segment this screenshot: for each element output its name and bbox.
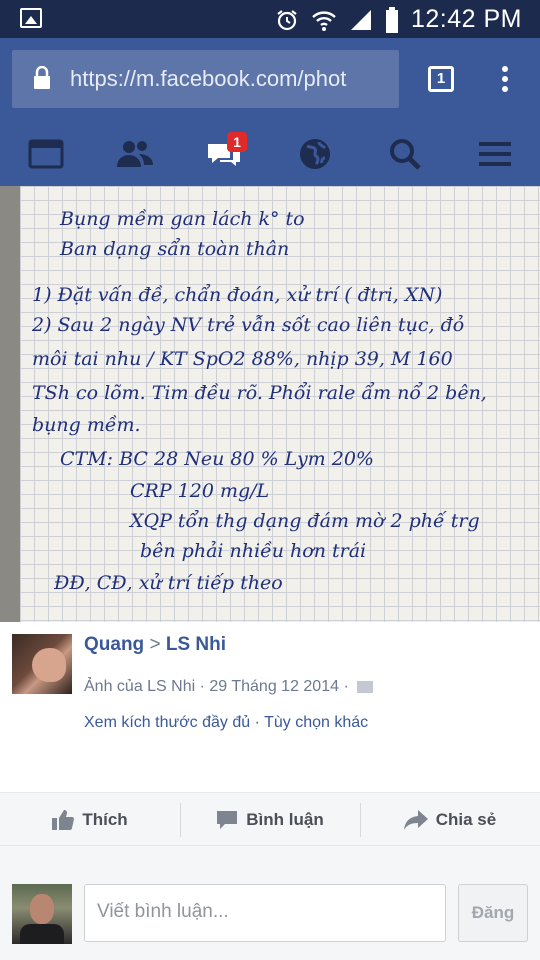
comment-icon xyxy=(217,811,238,829)
like-label: Thích xyxy=(82,810,128,829)
share-label: Chia sẻ xyxy=(435,810,497,829)
audience-icon xyxy=(357,680,374,693)
note-line: 1) Đặt vấn đề, chẩn đoán, xử trí ( đtri,… xyxy=(32,284,443,306)
viewer-avatar xyxy=(12,884,72,944)
note-line: bụng mềm. xyxy=(32,414,141,436)
notifications-globe-icon[interactable] xyxy=(295,136,335,172)
note-line: Ban dạng sẩn toàn thân xyxy=(60,238,290,260)
author-avatar[interactable] xyxy=(12,634,72,694)
post-info: Quang > LS Nhi Ảnh của LS Nhi · 29 Tháng… xyxy=(0,622,540,792)
overflow-menu-icon[interactable] xyxy=(500,66,510,96)
friend-requests-icon[interactable] xyxy=(115,136,155,172)
author-separator: > xyxy=(149,634,161,655)
messages-badge: 1 xyxy=(227,132,247,152)
url-text: https://m.facebook.com/phot xyxy=(70,66,347,91)
handwritten-note: Bụng mềm gan lách k° to Ban dạng sẩn toà… xyxy=(20,186,540,622)
battery-icon xyxy=(385,6,398,33)
group-name-link[interactable]: LS Nhi xyxy=(166,634,226,655)
like-button[interactable]: Thích xyxy=(0,793,180,847)
note-line: bên phải nhiều hơn trái xyxy=(140,540,367,562)
photo-options-links[interactable]: Xem kích thước đầy đủ · Tùy chọn khác xyxy=(84,714,368,732)
news-feed-icon[interactable] xyxy=(26,136,66,172)
facebook-nav-bar: 1 xyxy=(0,122,540,186)
alarm-icon xyxy=(277,9,297,30)
gallery-icon xyxy=(20,8,42,28)
post-meta-text: Ảnh của LS Nhi · 29 Tháng 12 2014 · xyxy=(84,678,349,695)
post-actions-bar: Thích Bình luận Chia sẻ xyxy=(0,792,540,846)
signal-icon xyxy=(350,9,371,30)
note-line: Bụng mềm gan lách k° to xyxy=(60,208,305,230)
post-meta: Ảnh của LS Nhi · 29 Tháng 12 2014 · xyxy=(84,678,374,696)
note-line: XQP tổn thg dạng đám mờ 2 phế trg xyxy=(130,510,480,532)
main-menu-icon[interactable] xyxy=(475,136,515,172)
wifi-icon xyxy=(312,10,336,31)
browser-toolbar: https://m.facebook.com/phot 1 xyxy=(0,38,540,122)
comment-label: Bình luận xyxy=(246,810,324,829)
note-line: môi tai nhu / KT SpO2 88%, nhịp 39, M 16… xyxy=(32,348,453,370)
comment-composer: Viết bình luận... Đăng xyxy=(0,846,540,960)
comment-button[interactable]: Bình luận xyxy=(180,793,360,847)
thumbs-up-icon xyxy=(52,810,75,830)
note-line: CRP 120 mg/L xyxy=(130,480,270,502)
post-photo[interactable]: Bụng mềm gan lách k° to Ban dạng sẩn toà… xyxy=(0,186,540,622)
author-name-link[interactable]: Quang xyxy=(84,634,144,655)
post-comment-button[interactable]: Đăng xyxy=(458,884,528,942)
status-icons: 12:42 PM xyxy=(275,5,522,34)
note-line: ĐĐ, CĐ, xử trí tiếp theo xyxy=(54,572,283,594)
status-time: 12:42 PM xyxy=(410,5,522,33)
note-line: TSh co lõm. Tim đều rõ. Phổi rale ẩm nổ … xyxy=(32,382,487,404)
share-button[interactable]: Chia sẻ xyxy=(360,793,540,847)
share-arrow-icon xyxy=(403,810,428,830)
note-line: 2) Sau 2 ngày NV trẻ vẫn sốt cao liên tụ… xyxy=(32,314,465,336)
status-bar: 12:42 PM xyxy=(0,0,540,38)
tab-switcher-button[interactable]: 1 xyxy=(428,66,454,92)
post-author-line: Quang > LS Nhi xyxy=(84,634,226,656)
photo-left-edge xyxy=(0,186,20,622)
comment-input[interactable]: Viết bình luận... xyxy=(84,884,446,942)
search-icon[interactable] xyxy=(385,136,425,172)
lock-icon xyxy=(34,66,50,89)
address-bar[interactable]: https://m.facebook.com/phot xyxy=(12,50,399,108)
note-line: CTM: BC 28 Neu 80 % Lym 20% xyxy=(60,448,374,470)
